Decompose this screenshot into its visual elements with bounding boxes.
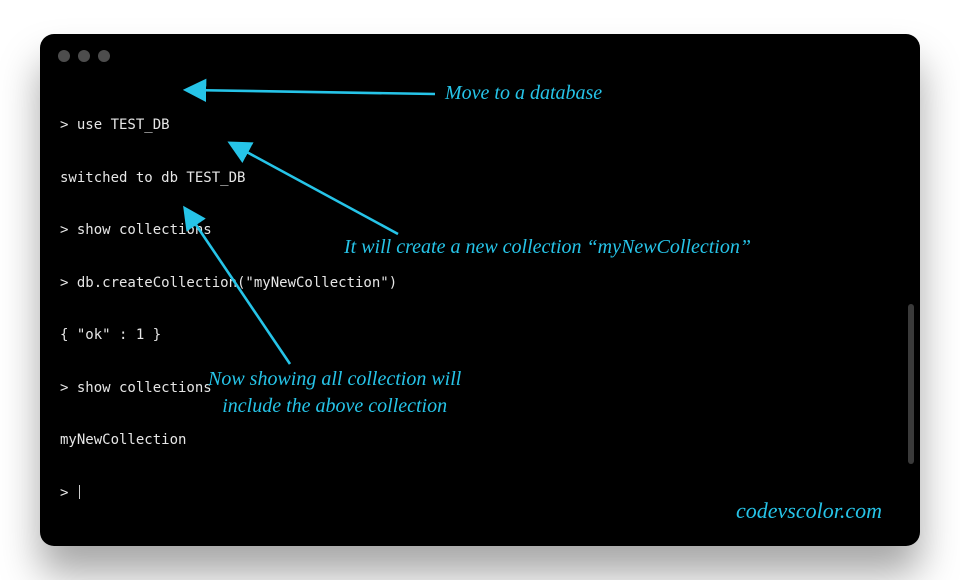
- annotation-line: include the above collection: [208, 393, 461, 420]
- terminal-line: { "ok" : 1 }: [60, 327, 397, 345]
- annotation-move-db: Move to a database: [445, 80, 602, 107]
- terminal-prompt-line: >: [60, 485, 397, 503]
- cursor-icon: [79, 485, 80, 499]
- terminal-window: > use TEST_DB switched to db TEST_DB > s…: [40, 34, 920, 546]
- window-titlebar: [40, 34, 920, 78]
- terminal-output[interactable]: > use TEST_DB switched to db TEST_DB > s…: [60, 82, 397, 537]
- close-icon[interactable]: [58, 50, 70, 62]
- zoom-icon[interactable]: [98, 50, 110, 62]
- annotation-show-collection: Now showing all collection will include …: [208, 366, 461, 420]
- watermark: codevscolor.com: [736, 498, 882, 524]
- annotation-create-collection: It will create a new collection “myNewCo…: [344, 234, 751, 261]
- terminal-line: > db.createCollection("myNewCollection"): [60, 275, 397, 293]
- annotation-line: Now showing all collection will: [208, 366, 461, 393]
- terminal-line: > use TEST_DB: [60, 117, 397, 135]
- scrollbar[interactable]: [908, 304, 914, 464]
- terminal-line: switched to db TEST_DB: [60, 170, 397, 188]
- minimize-icon[interactable]: [78, 50, 90, 62]
- terminal-line: myNewCollection: [60, 432, 397, 450]
